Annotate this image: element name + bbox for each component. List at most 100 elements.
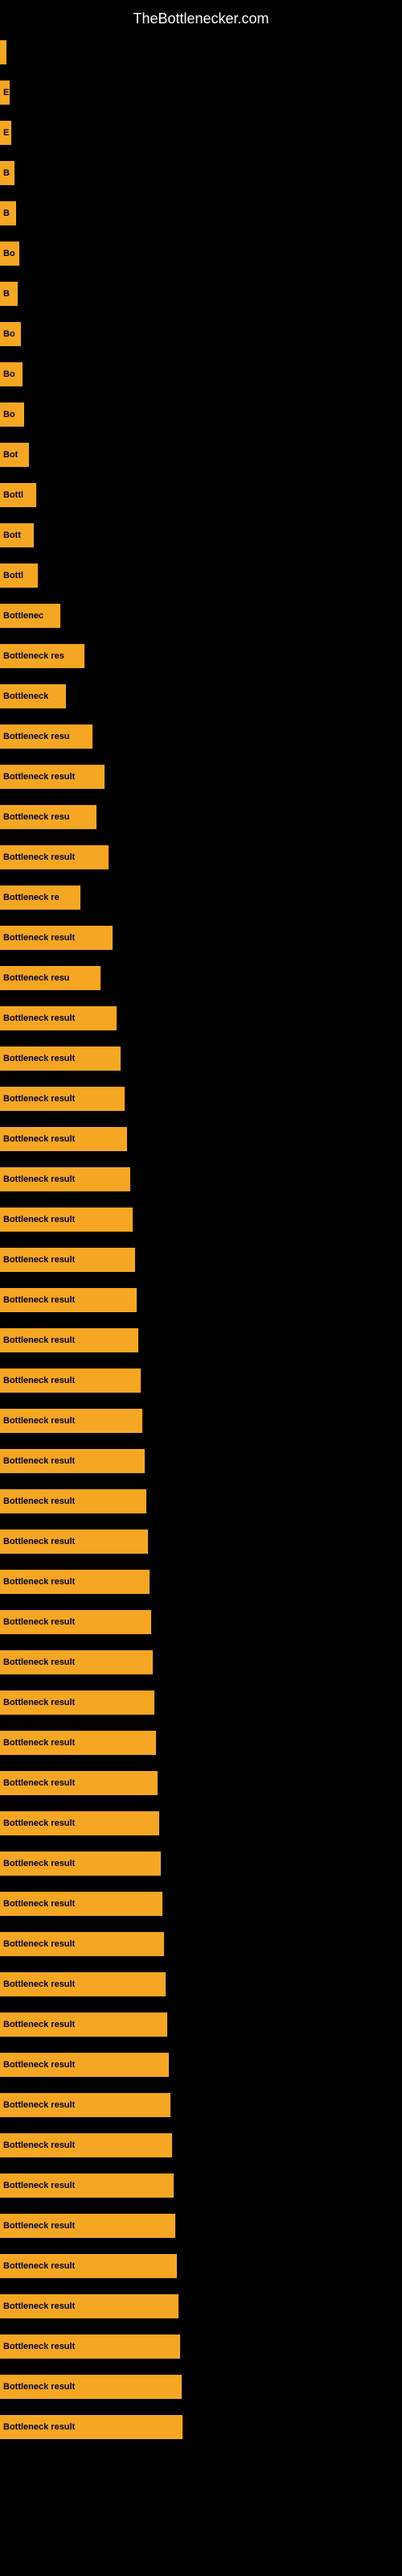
bar-label: Bottleneck result [3,1416,75,1426]
bar-label: Bottleneck result [3,933,75,943]
bar-item: Bottleneck result [0,1489,146,1513]
bar-row: Bottleneck result [0,918,402,958]
bar-row: B [0,274,402,314]
bar-label: Bottleneck result [3,2221,75,2231]
site-title: TheBottlenecker.com [0,4,402,34]
bar-label: Bot [3,450,18,460]
bar-row: Bo [0,394,402,435]
bar-item: Bottleneck result [0,1852,161,1876]
bar-label: B [3,168,10,178]
bar-row: Bottleneck result [0,1320,402,1360]
bar-row: Bottleneck result [0,2206,402,2246]
bar-label: Bottleneck result [3,2301,75,2311]
bar-item: Bottleneck result [0,1650,153,1674]
bar-label: Bottleneck result [3,1134,75,1144]
bar-item: Bottleneck resu [0,805,96,829]
bar-row: Bottleneck result [0,2407,402,2447]
bar-label: Bottleneck result [3,2060,75,2070]
bar-row: Bo [0,354,402,394]
bar-label: Bottleneck result [3,2422,75,2432]
bar-item: E [0,121,11,145]
bar-item: Bottleneck result [0,1248,135,1272]
bar-row: Bottleneck re [0,877,402,918]
bar-item: Bott [0,523,34,547]
bar-item: Bottleneck result [0,1087,125,1111]
bar-label: Bottleneck result [3,1456,75,1466]
bar-row: E [0,113,402,153]
bar-item: Bottleneck result [0,2053,169,2077]
bar-label: Bottleneck result [3,1617,75,1627]
bar-item [0,40,6,64]
bar-item: Bottleneck result [0,1127,127,1151]
bar-item: Bottlenec [0,604,60,628]
bar-item: Bottleneck result [0,1530,148,1554]
bar-label: Bottleneck result [3,1939,75,1949]
bar-item: Bottl [0,483,36,507]
bar-label: Bottleneck result [3,2382,75,2392]
bar-label: Bottleneck result [3,772,75,782]
bar-row: Bottleneck result [0,837,402,877]
bar-item: Bottleneck result [0,765,105,789]
bar-item: Bottleneck result [0,1570,150,1594]
bar-item: Bottleneck result [0,1449,145,1473]
bar-label: Bottleneck result [3,1979,75,1989]
bar-label: Bo [3,249,15,258]
bar-row: Bottleneck result [0,1562,402,1602]
bar-label: Bottleneck result [3,1657,75,1667]
bar-item: Bottleneck result [0,926,113,950]
bar-item: Bo [0,242,19,266]
bar-label: Bottleneck result [3,1054,75,1063]
bar-label: Bottleneck result [3,2181,75,2190]
bar-item: Bottleneck [0,684,66,708]
bar-label: Bo [3,410,15,419]
bars-container: EE B B Bo B Bo Bo Bo Bot Bottl Bott Bottl Bottlenec B… [0,32,402,2447]
bar-row: Bott [0,515,402,555]
bar-item: Bottleneck result [0,2133,172,2157]
bar-label: Bottleneck result [3,1899,75,1909]
bar-label: B [3,289,10,299]
bar-label: Bottlenec [3,611,43,621]
bar-item: Bottleneck result [0,1771,158,1795]
bar-label: Bottleneck res [3,651,64,661]
bar-row: Bottleneck result [0,2004,402,2045]
bar-row: Bottleneck result [0,1763,402,1803]
bar-label: Bottleneck result [3,1255,75,1265]
bar-label: Bottleneck [3,691,48,701]
bar-row: Bottleneck result [0,998,402,1038]
bar-label: Bottleneck resu [3,732,70,741]
bar-item: Bottleneck result [0,845,109,869]
bar-row: Bottleneck result [0,757,402,797]
bar-label: Bottleneck result [3,2020,75,2029]
bar-row: Bot [0,435,402,475]
bar-row: Bottl [0,555,402,596]
bar-row: Bottleneck [0,676,402,716]
bar-row: E [0,72,402,113]
bar-row: B [0,153,402,193]
bar-row: Bottleneck result [0,1441,402,1481]
bar-label: Bottleneck result [3,2100,75,2110]
bar-item: Bottleneck result [0,2254,177,2278]
bar-label: Bottleneck resu [3,812,70,822]
bar-label: Bottleneck result [3,1818,75,1828]
bar-row: Bo [0,233,402,274]
bar-label: Bottleneck result [3,1577,75,1587]
bar-item: B [0,201,16,225]
bar-label: Bottleneck result [3,1496,75,1506]
bar-row: Bottleneck result [0,1079,402,1119]
bar-item: Bottleneck result [0,1811,159,1835]
bar-label: Bottleneck result [3,2140,75,2150]
bar-item: Bottleneck result [0,1690,154,1715]
bar-row: Bo [0,314,402,354]
bar-label: Bottleneck resu [3,973,70,983]
bar-row: Bottleneck result [0,1159,402,1199]
bar-row: Bottleneck result [0,2367,402,2407]
bar-item: Bottleneck result [0,2174,174,2198]
bar-row: Bottleneck resu [0,797,402,837]
bar-label: Bottleneck result [3,1295,75,1305]
bar-label: Bottleneck result [3,2342,75,2351]
bar-item: Bottleneck res [0,644,84,668]
bar-label: Bottleneck result [3,2261,75,2271]
bar-row: Bottleneck result [0,1038,402,1079]
bar-row: Bottleneck res [0,636,402,676]
bar-label: Bo [3,369,15,379]
